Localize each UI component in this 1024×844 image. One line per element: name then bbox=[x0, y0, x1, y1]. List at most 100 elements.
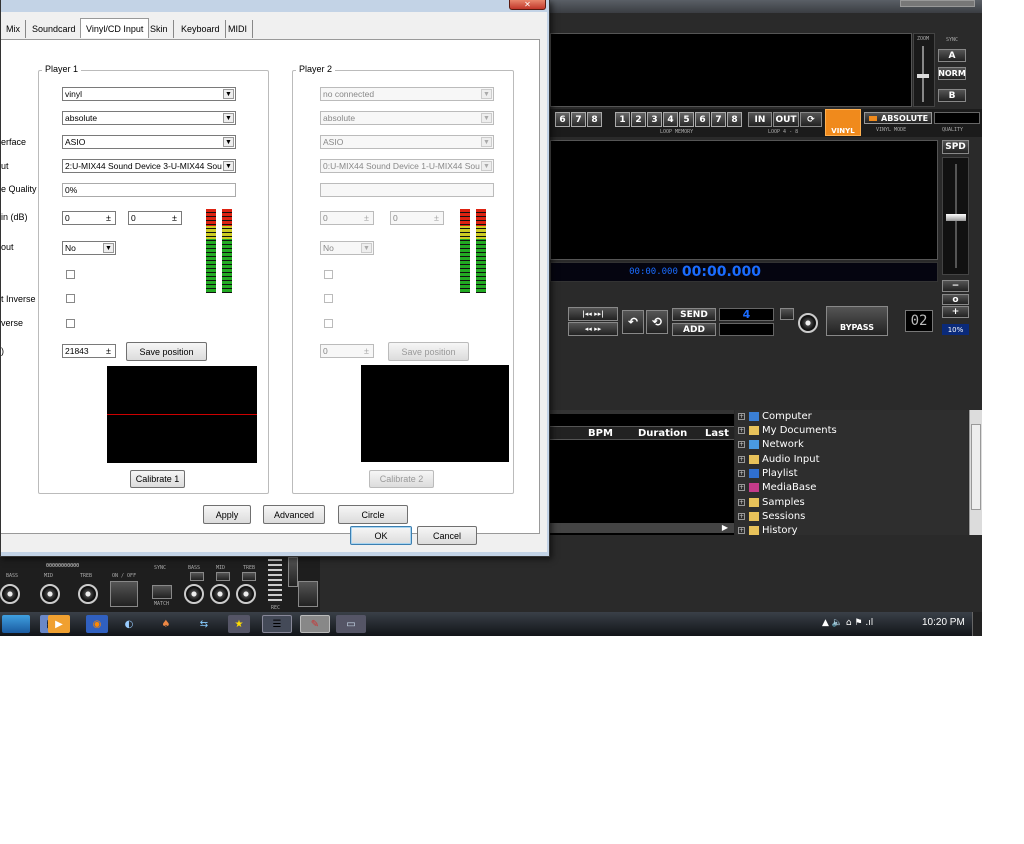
player2-calibrate-button[interactable]: Calibrate 2 bbox=[369, 470, 434, 488]
spinner-icon[interactable]: ± bbox=[103, 213, 114, 223]
spinner-icon[interactable]: ± bbox=[361, 346, 372, 356]
hotcue-7[interactable]: 7 bbox=[571, 112, 586, 127]
loop-in-button[interactable]: IN bbox=[748, 112, 772, 127]
player1-mode-select[interactable]: absolute ▼ bbox=[62, 111, 236, 125]
tree-item-playlist[interactable]: + Playlist bbox=[738, 468, 798, 479]
loop-memory-1[interactable]: 1 bbox=[615, 112, 630, 127]
zoom-slider[interactable]: ZOOM bbox=[913, 33, 935, 107]
mid-knob-2[interactable] bbox=[210, 584, 230, 604]
tree-item-computer[interactable]: + Computer bbox=[738, 411, 812, 422]
window-controls[interactable] bbox=[900, 0, 975, 7]
file-list-scrollbar[interactable]: ▶ bbox=[550, 523, 734, 533]
virtualdj-task-icon[interactable]: ☰ bbox=[262, 615, 292, 633]
tab-mix[interactable]: Mix bbox=[1, 20, 26, 38]
deck-a-button[interactable]: A bbox=[938, 49, 966, 62]
player1-gain-right-field[interactable]: 0 ± bbox=[128, 211, 182, 225]
pitch-minus-button[interactable]: − bbox=[942, 280, 969, 292]
player2-vinyl-select[interactable]: no connected ▼ bbox=[320, 87, 494, 101]
player1-interface-select[interactable]: ASIO ▼ bbox=[62, 135, 236, 149]
deck-b-button[interactable]: B bbox=[938, 89, 966, 102]
absolute-mode-button[interactable]: ABSOLUTE bbox=[864, 112, 932, 124]
tree-item-my-documents[interactable]: + My Documents bbox=[738, 425, 837, 436]
player1-checkbox-1[interactable] bbox=[66, 270, 75, 279]
loop-memory-8[interactable]: 8 bbox=[727, 112, 742, 127]
pitch-slider[interactable] bbox=[942, 157, 969, 275]
paint-task-icon[interactable]: ✎ bbox=[300, 615, 330, 633]
kill-treb-button[interactable] bbox=[242, 572, 256, 581]
player2-gain-right-field[interactable]: 0 ± bbox=[390, 211, 444, 225]
pitch-bend-icon[interactable]: ↶ bbox=[622, 310, 644, 334]
network-app-icon[interactable]: ⇆ bbox=[193, 615, 215, 633]
eq-on-off-button[interactable] bbox=[110, 581, 138, 607]
vinyl-button[interactable]: VINYL bbox=[825, 109, 861, 136]
seek-buttons[interactable]: ◂◂ ▸▸ bbox=[568, 322, 618, 336]
player1-out-select[interactable]: No ▼ bbox=[62, 241, 116, 255]
treb-knob[interactable] bbox=[78, 584, 98, 604]
spinner-icon[interactable]: ± bbox=[361, 213, 372, 223]
hotcue-6[interactable]: 6 bbox=[555, 112, 570, 127]
firefox-icon[interactable]: ◉ bbox=[86, 615, 108, 633]
loop-out-button[interactable]: OUT bbox=[773, 112, 799, 127]
loop-memory-7[interactable]: 7 bbox=[711, 112, 726, 127]
loop-roll-icon[interactable]: ⟲ bbox=[646, 310, 668, 334]
player1-calibrate-button[interactable]: Calibrate 1 bbox=[130, 470, 185, 488]
window-task-icon[interactable]: ▭ bbox=[336, 615, 366, 633]
gain-button[interactable] bbox=[780, 308, 794, 320]
add-button[interactable]: ADD bbox=[672, 323, 716, 336]
spinner-icon[interactable]: ± bbox=[169, 213, 180, 223]
skip-buttons[interactable]: |◂◂ ▸▸| bbox=[568, 307, 618, 321]
bass-knob[interactable] bbox=[0, 584, 20, 604]
tray-icons[interactable]: ▲ 🔈 ⌂ ⚑ .ıl bbox=[822, 618, 873, 628]
start-button[interactable] bbox=[2, 615, 30, 633]
player2-inverse-checkbox[interactable] bbox=[324, 294, 333, 303]
media-player-icon[interactable]: ▶ bbox=[48, 615, 70, 633]
apply-button[interactable]: Apply bbox=[203, 505, 251, 524]
tree-item-mediabase[interactable]: + MediaBase bbox=[738, 482, 816, 493]
tab-soundcard[interactable]: Soundcard bbox=[27, 20, 82, 38]
mid-knob[interactable] bbox=[40, 584, 60, 604]
tree-scrollbar[interactable] bbox=[969, 410, 982, 535]
player2-reverse-checkbox[interactable] bbox=[324, 319, 333, 328]
norm-button[interactable]: NORM bbox=[938, 67, 966, 80]
player1-vinyl-select[interactable]: vinyl ▼ bbox=[62, 87, 236, 101]
gain-knob[interactable] bbox=[798, 313, 818, 333]
loop-memory-2[interactable]: 2 bbox=[631, 112, 646, 127]
loop-memory-3[interactable]: 3 bbox=[647, 112, 662, 127]
player2-save-position-button[interactable]: Save position bbox=[388, 342, 469, 361]
bass-knob-2[interactable] bbox=[184, 584, 204, 604]
send-button[interactable]: SEND bbox=[672, 308, 716, 321]
ok-button[interactable]: OK bbox=[350, 526, 412, 545]
column-duration[interactable]: Duration bbox=[638, 428, 687, 439]
tree-item-audio-input[interactable]: + Audio Input bbox=[738, 454, 820, 465]
settings-icon[interactable]: ◐ bbox=[118, 615, 140, 633]
spd-button[interactable]: SPD bbox=[942, 140, 969, 154]
app-icon[interactable]: ♠ bbox=[155, 615, 177, 633]
spinner-icon[interactable]: ± bbox=[103, 346, 114, 356]
loop-memory-5[interactable]: 5 bbox=[679, 112, 694, 127]
player1-reverse-checkbox[interactable] bbox=[66, 319, 75, 328]
tab-vinyl-cd-input[interactable]: Vinyl/CD Input bbox=[80, 18, 150, 38]
player2-out-select[interactable]: No ▼ bbox=[320, 241, 374, 255]
player2-gain-left-field[interactable]: 0 ± bbox=[320, 211, 374, 225]
player2-mode-select[interactable]: absolute ▼ bbox=[320, 111, 494, 125]
player1-save-position-button[interactable]: Save position bbox=[126, 342, 207, 361]
bypass-button[interactable]: BYPASS bbox=[826, 306, 888, 336]
tree-item-sessions[interactable]: + Sessions bbox=[738, 511, 805, 522]
tab-midi[interactable]: MIDI bbox=[223, 20, 253, 38]
player2-checkbox-1[interactable] bbox=[324, 270, 333, 279]
clock[interactable]: 10:20 PM bbox=[922, 617, 965, 628]
loop-memory-6[interactable]: 6 bbox=[695, 112, 710, 127]
treb-knob-2[interactable] bbox=[236, 584, 256, 604]
player2-position-field[interactable]: 0 ± bbox=[320, 344, 374, 358]
cancel-button[interactable]: Cancel bbox=[417, 526, 477, 545]
kill-mid-button[interactable] bbox=[216, 572, 230, 581]
circle-button[interactable]: Circle bbox=[338, 505, 408, 524]
loop-memory-4[interactable]: 4 bbox=[663, 112, 678, 127]
file-list[interactable]: BPM Duration Last ▶ bbox=[550, 410, 734, 535]
tree-item-history[interactable]: + History bbox=[738, 525, 798, 535]
tab-keyboard[interactable]: Keyboard bbox=[176, 20, 226, 38]
player1-input-select[interactable]: 2:U-MIX44 Sound Device 3-U-MIX44 Sou ▼ bbox=[62, 159, 236, 173]
crossfader-mode-button[interactable] bbox=[288, 557, 298, 587]
player2-input-select[interactable]: 0:U-MIX44 Sound Device 1-U-MIX44 Sou ▼ bbox=[320, 159, 494, 173]
player2-interface-select[interactable]: ASIO ▼ bbox=[320, 135, 494, 149]
